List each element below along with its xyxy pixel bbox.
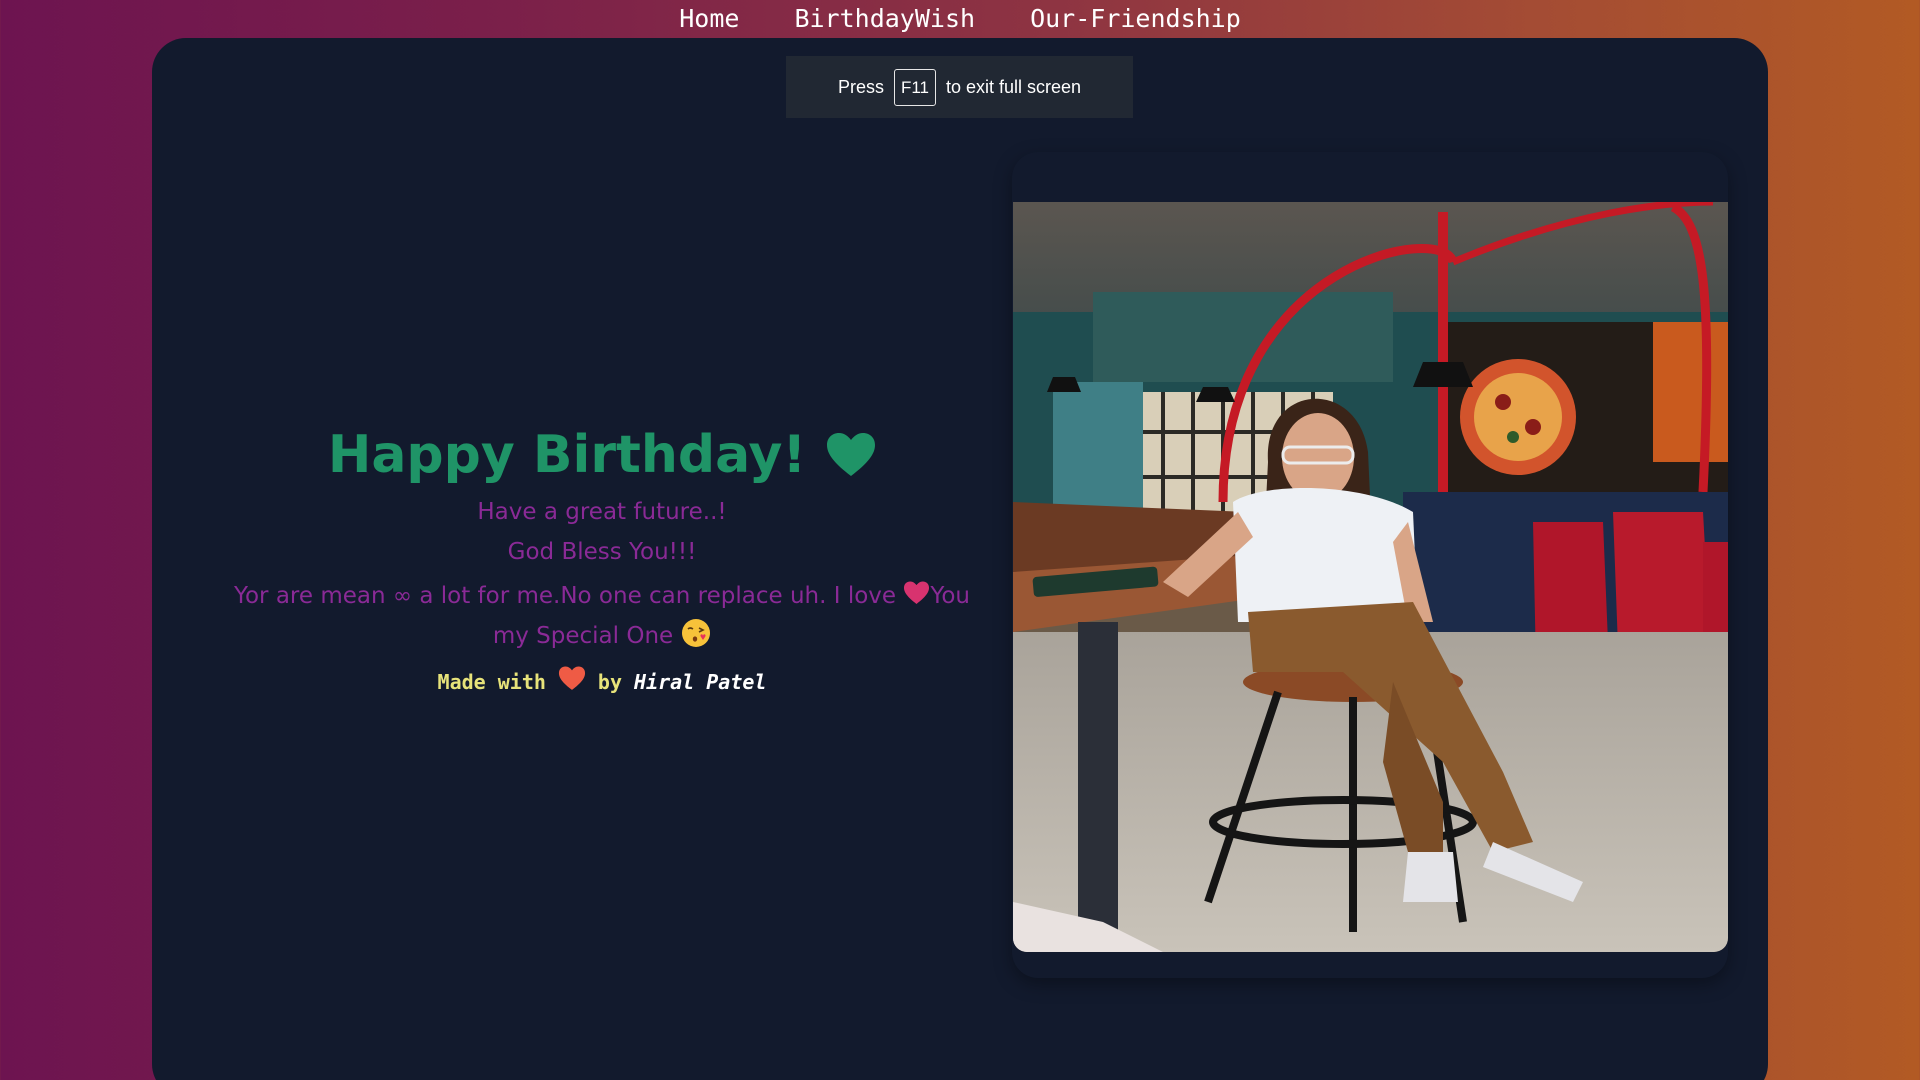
fullscreen-exit-banner: Press F11 to exit full screen [786,56,1133,118]
pink-heart-icon [904,581,930,604]
author-name: Hiral Patel [634,670,767,694]
nav-home[interactable]: Home [679,0,739,38]
nav-our-friendship[interactable]: Our-Friendship [1030,0,1241,38]
love-you-text: You [930,583,971,609]
wish-line-1: Have a great future..! [477,499,727,525]
love-text: Yor are mean ∞ a lot for me.No one can r… [233,583,904,609]
red-heart-icon [558,666,585,690]
by-text: by [597,670,622,694]
made-with-credit: Made with by Hiral Patel [214,666,990,694]
banner-prefix: Press [837,76,884,97]
special-one-text: my Special One [492,623,674,649]
birthday-title: Happy Birthday! [214,420,990,490]
banner-suffix: to exit full screen [946,76,1082,97]
nav-birthday-wish[interactable]: BirthdayWish [794,0,975,38]
f11-key: F11 [893,68,936,106]
wish-section: Happy Birthday! Have a great future..! G… [214,420,990,694]
green-heart-icon [827,433,876,476]
face-blowing-kiss-icon [682,619,711,647]
birthday-photo [1013,202,1728,952]
wish-line-2: God Bless You!!! [507,539,697,565]
photo-illustration [1013,202,1728,952]
top-nav: Home BirthdayWish Our-Friendship [0,0,1920,38]
made-with-text: Made with [437,670,546,694]
wish-line-3: Yor are mean ∞ a lot for me.No one can r… [214,576,990,656]
title-text: Happy Birthday! [327,425,807,485]
